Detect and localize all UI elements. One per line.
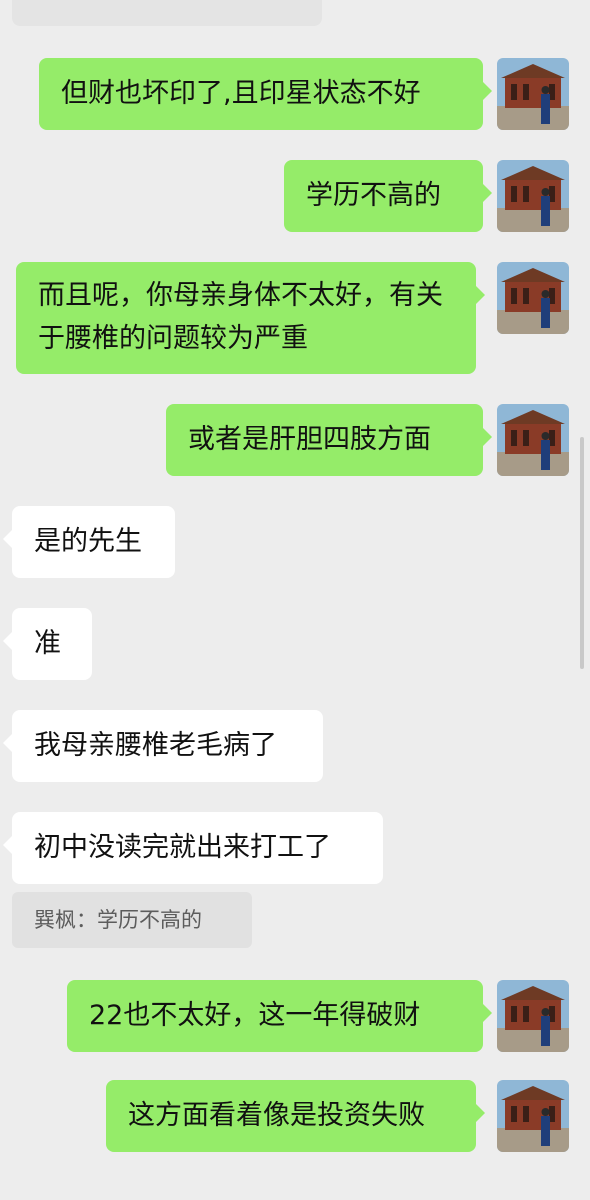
message-bubble-incoming[interactable]: 初中没读完就出来打工了: [3, 812, 383, 884]
message-bubble-outgoing[interactable]: 22也不太好，这一年得破财: [67, 980, 492, 1052]
avatar[interactable]: [497, 1080, 569, 1152]
message-bubble-outgoing[interactable]: 而且呢，你母亲身体不太好，有关于腰椎的问题较为严重: [16, 262, 485, 374]
message-bubble-outgoing[interactable]: 但财也坏印了,且印星状态不好: [39, 58, 492, 130]
message-text: 22也不太好，这一年得破财: [89, 1000, 421, 1031]
message-text: 学历不高的: [306, 180, 441, 211]
avatar-image: [497, 404, 569, 476]
quoted-message-text: 巽枫：学历不高的: [34, 908, 202, 932]
message-text: 是的先生: [34, 526, 142, 557]
message-bubble-outgoing[interactable]: 或者是肝胆四肢方面: [166, 404, 492, 476]
previous-message-fragment: [12, 0, 322, 26]
message-text: 或者是肝胆四肢方面: [188, 424, 431, 455]
quoted-message[interactable]: 巽枫：学历不高的: [12, 892, 252, 948]
scrollbar[interactable]: [580, 437, 584, 669]
message-text: 但财也坏印了,且印星状态不好: [61, 78, 421, 109]
avatar[interactable]: [497, 980, 569, 1052]
avatar-image: [497, 262, 569, 334]
avatar[interactable]: [497, 404, 569, 476]
message-bubble-outgoing[interactable]: 这方面看着像是投资失败: [106, 1080, 485, 1152]
message-text: 而且呢，你母亲身体不太好，有关于腰椎的问题较为严重: [38, 280, 443, 354]
avatar-image: [497, 980, 569, 1052]
message-bubble-incoming[interactable]: 我母亲腰椎老毛病了: [3, 710, 323, 782]
avatar[interactable]: [497, 58, 569, 130]
message-text: 这方面看着像是投资失败: [128, 1100, 425, 1131]
message-text: 准: [34, 628, 61, 659]
avatar-image: [497, 58, 569, 130]
message-bubble-outgoing[interactable]: 学历不高的: [284, 160, 492, 232]
message-text: 初中没读完就出来打工了: [34, 832, 331, 863]
avatar-image: [497, 1080, 569, 1152]
avatar-image: [497, 160, 569, 232]
message-bubble-incoming[interactable]: 是的先生: [3, 506, 175, 578]
avatar[interactable]: [497, 262, 569, 334]
message-bubble-incoming[interactable]: 准: [3, 608, 92, 680]
avatar[interactable]: [497, 160, 569, 232]
message-text: 我母亲腰椎老毛病了: [34, 730, 277, 761]
